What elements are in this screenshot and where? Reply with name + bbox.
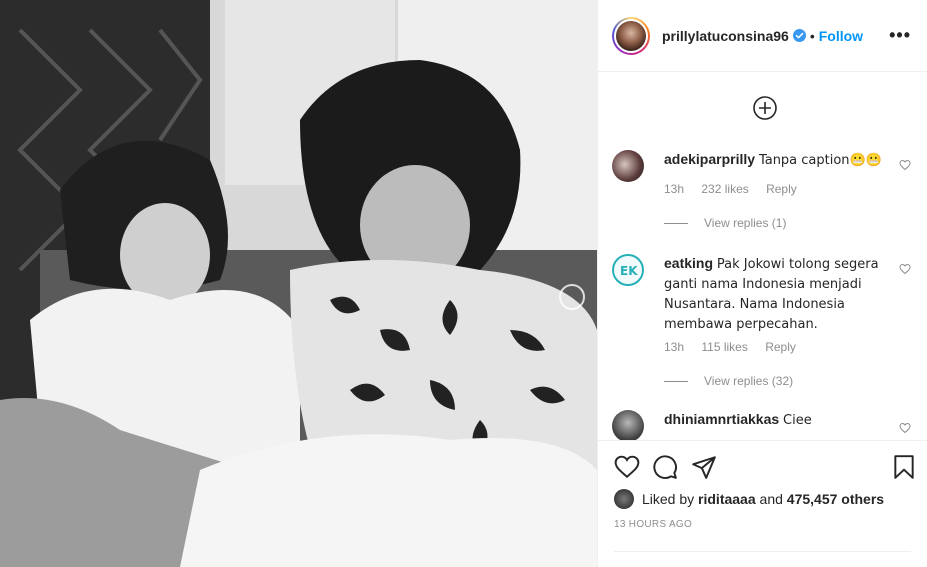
- comment-body: eatking Pak Jokowi tolong segera ganti n…: [664, 254, 883, 334]
- commenter-avatar[interactable]: [612, 150, 644, 182]
- follow-button[interactable]: Follow: [819, 28, 863, 44]
- comment-bubble-icon[interactable]: [652, 454, 678, 480]
- liked-by-row: Liked by riditaaaa and 475,457 others: [614, 489, 884, 509]
- share-paper-plane-icon[interactable]: [691, 454, 717, 480]
- likes-count[interactable]: 475,457 others: [787, 491, 884, 507]
- liked-by-prefix: Liked by: [642, 491, 695, 507]
- post-header: prillylatuconsina96 • Follow •••: [598, 0, 927, 72]
- view-replies-label: View replies (1): [704, 216, 787, 230]
- commenter-username[interactable]: adekiparprilly: [664, 151, 755, 167]
- comment-item: dhiniamnrtiakkas Ciee: [612, 410, 911, 440]
- post-timestamp: 13 HOURS AGO: [614, 519, 693, 530]
- replies-line: [664, 222, 688, 224]
- view-replies-label: View replies (32): [704, 374, 794, 388]
- commenter-avatar[interactable]: [612, 410, 644, 440]
- load-more-comments-icon[interactable]: [753, 96, 777, 120]
- liker-avatar[interactable]: [614, 489, 634, 509]
- svg-text:EK: EK: [620, 264, 638, 278]
- more-options-icon[interactable]: •••: [889, 25, 911, 46]
- comment-meta: 13h 232 likes Reply: [664, 182, 811, 196]
- author-username[interactable]: prillylatuconsina96: [662, 28, 789, 44]
- comment-text: Tanpa caption😬😬: [758, 153, 882, 168]
- replies-line: [664, 380, 688, 382]
- comment-likes[interactable]: 232 likes: [701, 182, 748, 196]
- comment-like-heart-icon[interactable]: [899, 422, 911, 434]
- comment-text: Ciee: [783, 413, 812, 428]
- action-icons-row: [614, 454, 917, 480]
- liked-by-and: and: [759, 491, 783, 507]
- reply-button[interactable]: Reply: [766, 182, 797, 196]
- view-replies-button[interactable]: View replies (1): [664, 216, 786, 230]
- comment-item: EK eatking Pak Jokowi tolong segera gant…: [612, 254, 911, 404]
- separator-dot: •: [809, 27, 815, 44]
- comment-like-heart-icon[interactable]: [899, 159, 911, 171]
- comment-like-heart-icon[interactable]: [899, 263, 911, 275]
- comment-body: adekiparprilly Tanpa caption😬😬: [664, 150, 883, 170]
- comment-time: 13h: [664, 182, 685, 196]
- commenter-username[interactable]: eatking: [664, 255, 713, 271]
- post-sidebar: prillylatuconsina96 • Follow ••• adekipa…: [597, 0, 927, 567]
- comment-item: adekiparprilly Tanpa caption😬😬 13h 232 l…: [612, 150, 911, 240]
- post-actions: Liked by riditaaaa and 475,457 others 13…: [598, 440, 927, 567]
- view-replies-button[interactable]: View replies (32): [664, 374, 793, 388]
- commenter-avatar[interactable]: EK: [612, 254, 644, 286]
- add-comment-area[interactable]: [614, 551, 911, 567]
- comment-body: dhiniamnrtiakkas Ciee: [664, 410, 883, 430]
- liker-username[interactable]: riditaaaa: [698, 491, 756, 507]
- comment-time: 13h: [664, 340, 685, 354]
- save-bookmark-icon[interactable]: [891, 454, 917, 480]
- author-avatar[interactable]: [612, 16, 650, 55]
- reply-button[interactable]: Reply: [765, 340, 796, 354]
- photo-illustration: [0, 0, 597, 567]
- commenter-username[interactable]: dhiniamnrtiakkas: [664, 411, 779, 427]
- like-heart-icon[interactable]: [614, 454, 640, 480]
- post-photo[interactable]: [0, 0, 597, 567]
- comment-meta: 13h 115 likes Reply: [664, 340, 810, 354]
- eatking-logo-icon: EK: [620, 264, 638, 278]
- comments-list: adekiparprilly Tanpa caption😬😬 13h 232 l…: [598, 72, 927, 440]
- comment-likes[interactable]: 115 likes: [701, 340, 747, 354]
- verified-badge-icon: [792, 29, 806, 42]
